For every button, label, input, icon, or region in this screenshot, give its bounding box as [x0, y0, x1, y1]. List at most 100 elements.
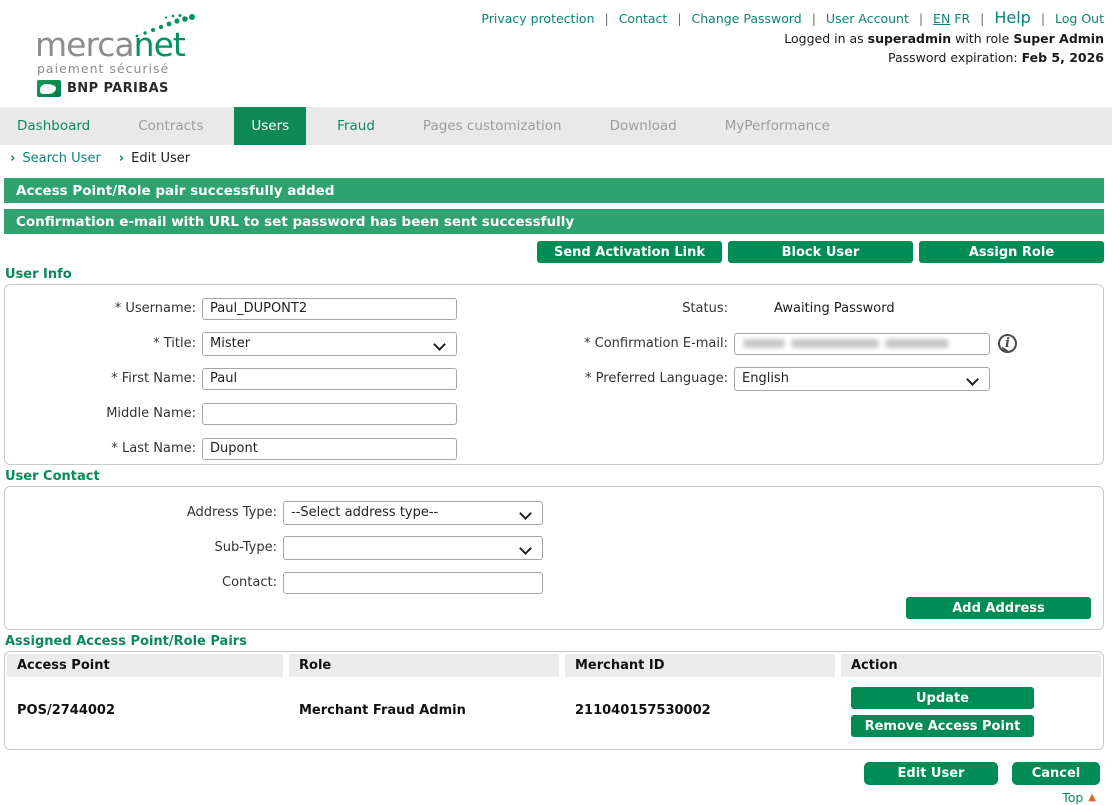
- assign-role-button[interactable]: Assign Role: [919, 241, 1104, 263]
- middle-name-label: Middle Name:: [5, 406, 202, 421]
- cell-merchant-id: 211040157530002: [565, 681, 835, 740]
- send-activation-link-button[interactable]: Send Activation Link: [537, 241, 722, 263]
- title-select[interactable]: Mister: [202, 332, 457, 356]
- remove-access-point-button[interactable]: Remove Access Point: [851, 715, 1034, 737]
- separator: |: [677, 11, 681, 26]
- user-info-left-column: * Username: * Title: Mister * First Name…: [5, 291, 554, 464]
- tab-myperformance[interactable]: MyPerformance: [708, 107, 847, 145]
- username-label: * Username:: [5, 301, 202, 316]
- col-action: Action: [841, 654, 1101, 677]
- tab-pages-customization[interactable]: Pages customization: [406, 107, 579, 145]
- tab-fraud[interactable]: Fraud: [320, 107, 392, 145]
- success-message-access-point: Access Point/Role pair successfully adde…: [4, 178, 1104, 203]
- col-role: Role: [289, 654, 559, 677]
- edit-user-button[interactable]: Edit User: [864, 762, 998, 785]
- logged-in-username: superadmin: [868, 31, 952, 46]
- mercanet-logo: mercanet paiement sécurisé BNP PARIBAS: [35, 30, 185, 97]
- mercanet-wordmark: mercanet: [35, 30, 185, 60]
- help-link[interactable]: Help: [994, 8, 1030, 27]
- status-label: Status:: [554, 301, 734, 316]
- user-actions-row: Send Activation Link Block User Assign R…: [0, 241, 1104, 263]
- cell-access-point: POS/2744002: [7, 681, 283, 740]
- tab-users[interactable]: Users: [234, 107, 306, 145]
- table-header-row: Access Point Role Merchant ID Action: [7, 654, 1101, 677]
- block-user-button[interactable]: Block User: [728, 241, 913, 263]
- address-type-label: Address Type:: [5, 505, 283, 520]
- back-to-top[interactable]: Top ▲: [0, 790, 1096, 805]
- redacted-blob: [885, 339, 949, 348]
- footer-actions: Edit User Cancel: [0, 762, 1100, 785]
- language-en-link[interactable]: EN: [933, 11, 950, 26]
- preferred-language-label: * Preferred Language:: [554, 371, 734, 386]
- breadcrumb-edit-user[interactable]: › Edit User: [119, 151, 190, 166]
- logo-dots-icon: [133, 14, 195, 40]
- separator: |: [812, 11, 816, 26]
- header-utility-area: Privacy protection | Contact | Change Pa…: [481, 8, 1104, 65]
- title-label: * Title:: [5, 336, 202, 351]
- chevron-right-icon: ›: [10, 151, 15, 166]
- logout-link[interactable]: Log Out: [1055, 11, 1104, 26]
- cell-role: Merchant Fraud Admin: [289, 681, 559, 740]
- last-name-input[interactable]: [202, 438, 457, 460]
- user-info-title: User Info: [5, 267, 1112, 282]
- info-icon[interactable]: i: [998, 334, 1017, 353]
- separator: |: [980, 11, 984, 26]
- top-link-label[interactable]: Top: [1062, 790, 1083, 805]
- table-row: POS/2744002 Merchant Fraud Admin 2110401…: [7, 681, 1101, 740]
- breadcrumb-label: Edit User: [131, 151, 190, 166]
- logo-text-gray: merca: [35, 25, 134, 64]
- address-type-value: --Select address type--: [291, 505, 438, 520]
- tab-download[interactable]: Download: [593, 107, 694, 145]
- utility-links: Privacy protection | Contact | Change Pa…: [481, 8, 1104, 27]
- preferred-language-select[interactable]: English: [734, 367, 990, 391]
- contact-input[interactable]: [283, 572, 543, 594]
- breadcrumb-label: Search User: [22, 151, 100, 166]
- bnp-paribas-logo: BNP PARIBAS: [37, 80, 185, 97]
- access-pairs-table: Access Point Role Merchant ID Action POS…: [4, 651, 1104, 750]
- sub-type-select[interactable]: [283, 536, 543, 560]
- language-fr-link[interactable]: FR: [954, 11, 970, 26]
- user-info-panel: * Username: * Title: Mister * First Name…: [4, 284, 1104, 465]
- separator: |: [919, 11, 923, 26]
- password-expiration: Password expiration: Feb 5, 2026: [481, 50, 1104, 65]
- cancel-button[interactable]: Cancel: [1012, 762, 1100, 785]
- tab-contracts[interactable]: Contracts: [121, 107, 220, 145]
- redacted-blob: [743, 339, 785, 348]
- middle-name-input[interactable]: [202, 403, 457, 425]
- title-select-value: Mister: [210, 336, 250, 351]
- confirmation-email-input-redacted[interactable]: [734, 333, 990, 355]
- cell-actions: Update Remove Access Point: [841, 681, 1101, 740]
- contact-label: Contact:: [5, 575, 283, 590]
- sub-type-label: Sub-Type:: [5, 540, 283, 555]
- separator: |: [604, 11, 608, 26]
- chevron-right-icon: ›: [119, 151, 124, 166]
- breadcrumb: › Search User › Edit User: [0, 145, 1112, 172]
- col-merchant-id: Merchant ID: [565, 654, 835, 677]
- last-name-label: * Last Name:: [5, 441, 202, 456]
- logged-in-status: Logged in as superadmin with role Super …: [481, 31, 1104, 46]
- user-contact-panel: Address Type: --Select address type-- Su…: [4, 486, 1104, 630]
- tab-dashboard[interactable]: Dashboard: [0, 107, 107, 145]
- first-name-input[interactable]: [202, 368, 457, 390]
- contact-link[interactable]: Contact: [619, 11, 668, 26]
- first-name-label: * First Name:: [5, 371, 202, 386]
- bnp-paribas-mark-icon: [37, 80, 61, 97]
- bnp-paribas-name: BNP PARIBAS: [67, 81, 169, 96]
- add-address-button[interactable]: Add Address: [906, 597, 1091, 619]
- address-type-select[interactable]: --Select address type--: [283, 501, 543, 525]
- user-account-link[interactable]: User Account: [826, 11, 909, 26]
- redacted-blob: [791, 339, 879, 348]
- access-pairs-title: Assigned Access Point/Role Pairs: [5, 634, 1112, 649]
- username-input[interactable]: [202, 298, 457, 320]
- success-message-email: Confirmation e-mail with URL to set pass…: [4, 209, 1104, 234]
- user-info-right-column: Status: Awaiting Password * Confirmation…: [554, 291, 1103, 464]
- col-access-point: Access Point: [7, 654, 283, 677]
- privacy-protection-link[interactable]: Privacy protection: [481, 11, 594, 26]
- logged-in-infix: with role: [955, 31, 1009, 46]
- breadcrumb-search-user[interactable]: › Search User: [10, 151, 101, 166]
- update-button[interactable]: Update: [851, 687, 1034, 709]
- password-expiration-label: Password expiration:: [888, 50, 1018, 65]
- change-password-link[interactable]: Change Password: [692, 11, 802, 26]
- separator: |: [1041, 11, 1045, 26]
- page-header: mercanet paiement sécurisé BNP PARIBAS P…: [0, 0, 1112, 107]
